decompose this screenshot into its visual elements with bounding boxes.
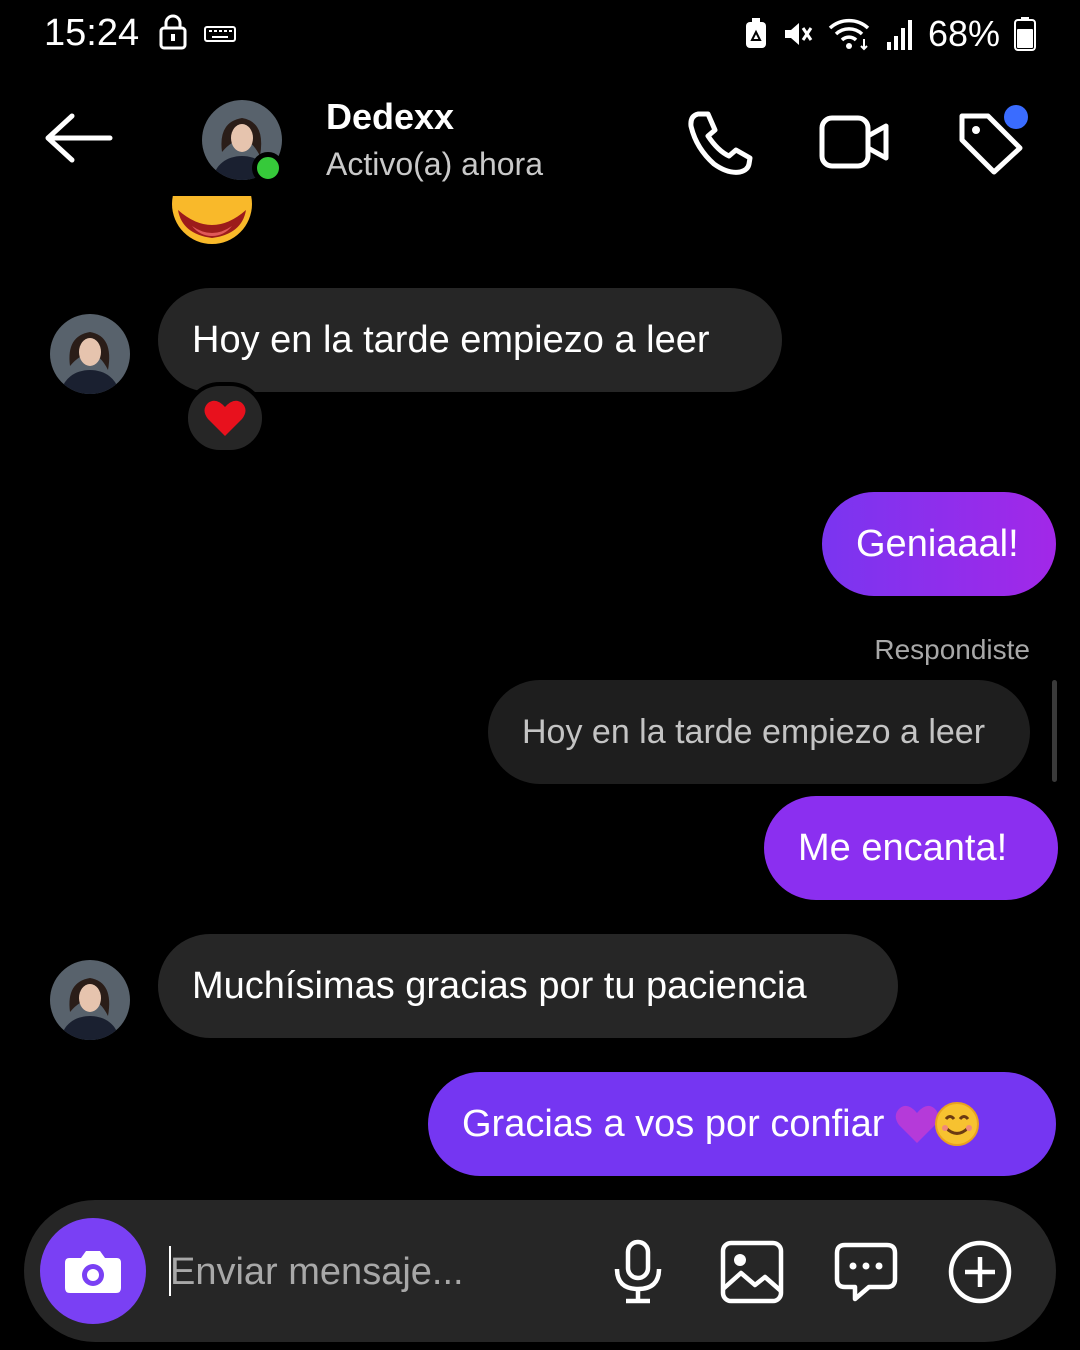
gallery-icon xyxy=(720,1240,784,1304)
reply-indicator xyxy=(1052,680,1057,782)
status-icons: 68% xyxy=(744,12,1036,56)
avatar-image xyxy=(50,314,130,394)
microphone-button[interactable] xyxy=(602,1236,674,1308)
add-button[interactable] xyxy=(944,1236,1016,1308)
message-input[interactable] xyxy=(170,1240,590,1304)
notification-badge xyxy=(1004,105,1028,129)
back-arrow-icon[interactable] xyxy=(44,108,114,168)
camera-button[interactable] xyxy=(40,1218,146,1324)
lock-icon xyxy=(159,14,187,50)
message-bubble[interactable]: Me encanta! xyxy=(764,796,1058,900)
mute-icon xyxy=(784,23,813,45)
smiling-face-emoji xyxy=(935,1102,980,1146)
replied-label: Respondiste xyxy=(874,634,1030,665)
reaction-badge[interactable] xyxy=(184,382,266,454)
sticker-button[interactable] xyxy=(830,1236,902,1308)
wifi-icon xyxy=(828,18,870,51)
add-icon xyxy=(948,1240,1012,1304)
contact-status: Activo(a) ahora xyxy=(326,146,543,182)
message-text: Gracias a vos por confiar xyxy=(462,1102,885,1145)
phone-icon[interactable] xyxy=(684,106,756,178)
avatar-image xyxy=(50,960,130,1040)
gallery-button[interactable] xyxy=(716,1236,788,1308)
contact-name[interactable]: Dedexx xyxy=(326,96,454,138)
chat-sticker-icon xyxy=(834,1242,898,1302)
message-bubble[interactable]: Muchísimas gracias por tu paciencia xyxy=(158,934,898,1038)
battery-percent: 68% xyxy=(927,13,1000,54)
video-icon[interactable] xyxy=(818,106,890,178)
message-bubble[interactable]: Hoy en la tarde empiezo a leer xyxy=(158,288,782,392)
avatar[interactable] xyxy=(50,314,130,394)
battery-icon xyxy=(1014,17,1036,51)
signal-icon xyxy=(886,20,912,50)
heart-emoji xyxy=(204,400,246,436)
microphone-icon xyxy=(614,1239,662,1304)
message-bubble[interactable]: Geniaaal! xyxy=(822,492,1056,596)
reply-quote[interactable]: Hoy en la tarde empiezo a leer xyxy=(488,680,1030,784)
camera-icon xyxy=(65,1251,121,1293)
partial-emoji xyxy=(172,196,252,248)
message-bubble[interactable]: Gracias a vos por confiar xyxy=(428,1072,1056,1176)
keyboard-icon xyxy=(204,26,236,42)
online-indicator xyxy=(252,152,284,184)
status-time: 15:24 xyxy=(44,12,140,54)
battery-saver-icon xyxy=(745,18,766,48)
avatar[interactable] xyxy=(50,960,130,1040)
